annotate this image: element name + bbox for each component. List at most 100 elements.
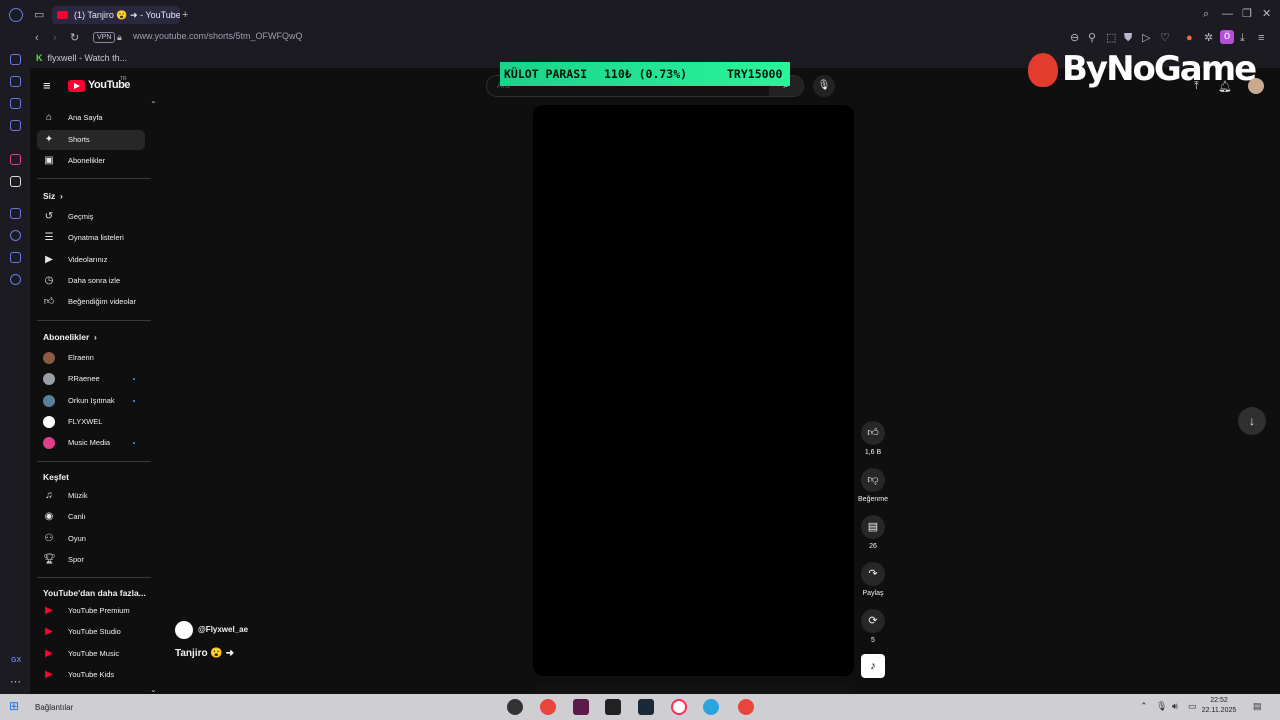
opera-logo-icon[interactable]: [9, 8, 23, 22]
player-icon[interactable]: ▷: [1142, 32, 1150, 44]
sidebar-item-oyun[interactable]: ⚇ Oyun: [37, 529, 145, 549]
download-icon[interactable]: ⤓: [1240, 32, 1245, 44]
vpn-badge[interactable]: VPN: [93, 32, 116, 43]
extensions-icon[interactable]: ✲: [1204, 32, 1213, 44]
mic-icon[interactable]: 🎙︎: [813, 75, 835, 97]
comments-button[interactable]: ▤: [861, 515, 885, 539]
chrome-profile-taskbar-icon[interactable]: [738, 699, 754, 715]
sidebar-item-gec-mis[interactable]: ↺ Geçmiş: [37, 207, 145, 227]
new-tab-button[interactable]: +: [182, 9, 188, 21]
sound-thumbnail[interactable]: ♪: [861, 654, 885, 678]
channel-avatar[interactable]: [175, 621, 193, 639]
sidebar-item-shorts[interactable]: ✦ Shorts: [37, 129, 145, 150]
back-button[interactable]: ‹: [35, 32, 39, 44]
sidebar-item-oynatma-listeleri[interactable]: ☰ Oynatma listeleri: [37, 228, 145, 248]
like-button[interactable]: 👍︎: [861, 421, 885, 445]
next-short-preview[interactable]: [533, 684, 854, 694]
section-more-title: YouTube'dan daha fazla...: [43, 588, 146, 598]
snapshot-icon[interactable]: ⬚: [1106, 32, 1116, 44]
gx-label[interactable]: GX: [11, 657, 21, 664]
maximize-button[interactable]: ❐: [1242, 8, 1252, 20]
channel-handle[interactable]: @Flyxwel_ae: [198, 625, 248, 634]
volume-icon[interactable]: 🔊︎: [1172, 701, 1178, 712]
sidebar-item-elraenn[interactable]: Elraenn: [37, 348, 145, 368]
telegram-taskbar-icon[interactable]: [703, 699, 719, 715]
start-icon[interactable]: ⊞: [9, 700, 19, 712]
premiere-taskbar-icon[interactable]: [573, 699, 589, 715]
section-you-title[interactable]: Siz ›: [43, 191, 63, 201]
tab-strip: ▭ (1) Tanjiro 😮 ➜ - YouTube + ⌕ — ❐ ✕: [0, 0, 1280, 28]
dislike-button[interactable]: 👎︎: [861, 468, 885, 492]
epic-games-taskbar-icon[interactable]: [605, 699, 621, 715]
chrome-taskbar-icon[interactable]: [540, 699, 556, 715]
remix-count: 5: [871, 637, 875, 644]
tab-youtube[interactable]: (1) Tanjiro 😮 ➜ - YouTube: [52, 6, 180, 24]
channel-info[interactable]: @Flyxwel_ae: [175, 621, 248, 639]
sidebar-item-canl[interactable]: ◉ Canlı: [37, 507, 145, 527]
section-subs-title[interactable]: Abonelikler ›: [43, 332, 97, 342]
divider: [37, 577, 151, 578]
sidebar-item-spor[interactable]: 🏆︎ Spor: [37, 550, 145, 570]
steam-taskbar-icon[interactable]: [638, 699, 654, 715]
extension-icon[interactable]: ●: [1186, 32, 1193, 44]
notification-center-icon[interactable]: ▤: [1253, 701, 1262, 712]
instagram-icon[interactable]: [10, 154, 21, 165]
shield-icon[interactable]: ⛊: [1124, 32, 1132, 44]
opera-gx-taskbar-icon[interactable]: [507, 699, 523, 715]
tiktok-icon[interactable]: [10, 176, 21, 187]
forward-button[interactable]: ›: [53, 32, 57, 44]
bookmark-item[interactable]: Kflyxwell - Watch th...: [36, 53, 127, 63]
share-sidebar-icon[interactable]: [10, 252, 21, 263]
zoom-icon[interactable]: ⊖: [1070, 32, 1079, 44]
menu-icon[interactable]: ≡: [1258, 32, 1264, 44]
notifications-icon[interactable]: 🔔︎: [1218, 80, 1232, 93]
heart-icon[interactable]: ♡: [1160, 32, 1170, 44]
profile-icon[interactable]: ö: [1220, 30, 1234, 44]
sidebar-item-orkun-is-tmak[interactable]: Orkun Işıtmak: [37, 391, 145, 411]
sidebar-item-flyxwel[interactable]: FLYXWEL: [37, 412, 145, 432]
sidebar-item-music-media[interactable]: Music Media: [37, 433, 145, 453]
lock-icon[interactable]: 🔒︎: [117, 31, 122, 43]
sidebar-item-youtube-premium[interactable]: ▶ YouTube Premium: [37, 601, 145, 621]
sidebar-item-mu-zik[interactable]: ♫ Müzik: [37, 486, 145, 506]
sidebar-item-youtube-music[interactable]: ▶ YouTube Music: [37, 644, 145, 664]
sidebar-item-abonelikler[interactable]: ▣ Abonelikler: [37, 151, 145, 171]
sidebar-item-label: Elraenn: [68, 353, 94, 362]
sidebar-item-videolar-n-z[interactable]: ▶ Videolarınız: [37, 250, 145, 270]
battery-icon[interactable]: ▭: [1188, 701, 1197, 712]
minimize-button[interactable]: —: [1222, 8, 1233, 20]
speed-dial-icon[interactable]: [10, 76, 21, 87]
aria-icon[interactable]: [10, 54, 21, 65]
sidebar-item-rraenee[interactable]: RRaenee: [37, 369, 145, 389]
settings-icon[interactable]: [10, 274, 21, 285]
pinboard-icon[interactable]: [10, 208, 21, 219]
clock[interactable]: 22:52 22.11.2025: [1198, 696, 1240, 716]
sidebar-item-daha-sonra-izle[interactable]: ◷ Daha sonra izle: [37, 271, 145, 291]
short-video-player[interactable]: [533, 105, 854, 676]
messenger-icon[interactable]: [10, 120, 21, 131]
sidebar-item-beg-endig-im-videolar[interactable]: 👍︎ Beğendiğim videolar: [37, 292, 145, 312]
opera-taskbar-icon[interactable]: [671, 699, 687, 715]
account-avatar[interactable]: [1248, 78, 1264, 94]
reload-button[interactable]: ↻: [70, 32, 79, 44]
remix-button[interactable]: ⟳: [861, 609, 885, 633]
close-button[interactable]: ✕: [1262, 8, 1271, 20]
sidebar-item-ana-sayfa[interactable]: ⌂ Ana Sayfa: [37, 108, 145, 128]
next-short-button[interactable]: ↓: [1238, 407, 1266, 435]
twitch-icon[interactable]: [10, 98, 21, 109]
create-icon[interactable]: ⤒: [1194, 80, 1199, 93]
sidebar-item-youtube-studio[interactable]: ▶ YouTube Studio: [37, 622, 145, 642]
history-icon: ↺: [44, 211, 54, 222]
sidebar-item-youtube-kids[interactable]: ▶ YouTube Kids: [37, 665, 145, 685]
url-field[interactable]: www.youtube.com/shorts/5tm_OFWFQwQ: [133, 31, 303, 41]
comment-count: 26: [869, 543, 877, 550]
mic-tray-icon[interactable]: 🎙︎: [1156, 701, 1167, 712]
tray-expand-icon[interactable]: ⌃: [1140, 701, 1148, 712]
more-icon[interactable]: ⋯: [10, 676, 21, 688]
history-sidebar-icon[interactable]: [10, 230, 21, 241]
share-button[interactable]: ↷: [861, 562, 885, 586]
dislike-label: Beğenme: [858, 496, 888, 503]
search-tabs-icon[interactable]: ⌕: [1203, 8, 1209, 20]
tab-island-icon[interactable]: ▭: [34, 9, 44, 21]
pin-icon[interactable]: ⚲: [1088, 32, 1096, 44]
